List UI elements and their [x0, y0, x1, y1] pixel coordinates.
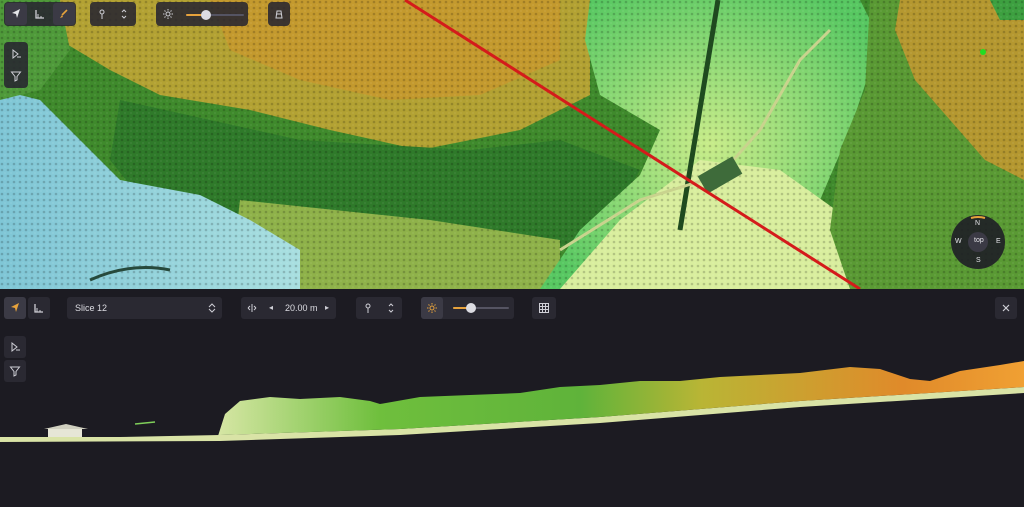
point-cloud-map	[0, 0, 1024, 289]
measure-icon	[35, 10, 44, 19]
compass-east: E	[996, 238, 1001, 245]
filter-button[interactable]	[5, 65, 27, 87]
classify-button[interactable]	[5, 43, 27, 65]
classify-icon	[12, 48, 21, 60]
compass-north: N	[975, 220, 981, 227]
profile-cross-section	[0, 361, 1024, 442]
compass[interactable]: top N S E W	[951, 215, 1005, 269]
side-toolbar	[4, 42, 28, 88]
profile-building	[48, 428, 82, 437]
navigate-button[interactable]	[5, 3, 27, 25]
compass-west: W	[955, 238, 962, 245]
brush-icon	[60, 9, 68, 18]
mode-toolbar	[4, 2, 76, 26]
profile-panel[interactable]: Slice 12 ◂ 20.00 m ▸	[0, 289, 1024, 507]
point-info-button[interactable]	[91, 3, 113, 25]
navigate-icon	[12, 9, 20, 18]
view-toolbar	[268, 2, 290, 26]
stepper-arrows-icon	[121, 9, 127, 19]
lighting-slider-knob[interactable]	[201, 10, 211, 20]
filter-icon	[10, 71, 22, 82]
lighting-toolbar	[156, 2, 248, 26]
slice-icon	[275, 10, 283, 19]
point-toolbar	[90, 2, 136, 26]
compass-south: S	[976, 257, 981, 264]
lighting-button[interactable]	[157, 3, 179, 25]
slice-button[interactable]	[268, 3, 290, 25]
lighting-icon	[163, 9, 173, 19]
measure-button[interactable]	[29, 3, 51, 25]
point-size-stepper[interactable]	[113, 3, 135, 25]
plan-view[interactable]: top N S E W	[0, 0, 1024, 289]
compass-top-label: top	[974, 237, 984, 244]
brush-button[interactable]	[53, 3, 75, 25]
marker-point	[980, 49, 986, 55]
point-info-icon	[99, 9, 105, 19]
